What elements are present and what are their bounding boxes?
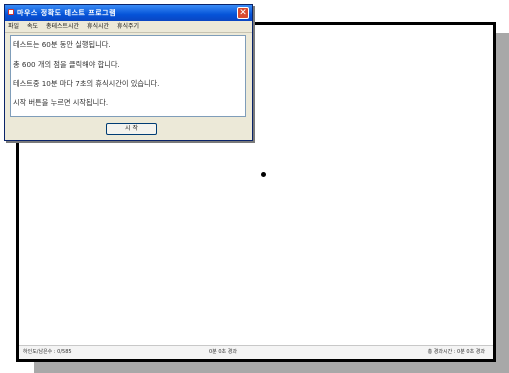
menu-rest-time[interactable]: 휴식시간 [84, 21, 112, 32]
window-title: 마우스 정확도 테스트 프로그램 [17, 9, 117, 17]
status-elapsed: 0분 0초 경과 [209, 349, 237, 355]
instructions-panel: 테스트는 60분 동안 실행됩니다. 총 600 개의 점을 클릭해야 합니다.… [10, 35, 246, 117]
menu-total-test-time[interactable]: 총테스트시간 [43, 21, 82, 32]
status-click-count: 하인도/남은수 : 0/585 [23, 349, 72, 355]
menu-bar: 파일 속도 총테스트시간 휴식시간 휴식주기 [5, 21, 252, 33]
instruction-line: 시작 버튼을 누르면 시작됩니다. [13, 98, 109, 107]
app-icon [8, 9, 14, 15]
menu-rest-interval[interactable]: 휴식주기 [114, 21, 142, 32]
title-bar[interactable]: 마우스 정확도 테스트 프로그램 ✕ [5, 5, 252, 21]
status-bar: 하인도/남은수 : 0/585 0분 0초 경과 총 경과시간 : 0분 0초 … [19, 345, 493, 359]
menu-speed[interactable]: 속도 [24, 21, 41, 32]
instruction-line: 테스트는 60분 동안 실행됩니다. [13, 40, 111, 49]
start-button[interactable]: 시 작 [106, 123, 157, 135]
menu-file[interactable]: 파일 [5, 21, 22, 32]
status-total-elapsed: 총 경과시간 : 0분 0초 경과 [427, 349, 485, 355]
target-dot[interactable] [261, 172, 266, 177]
instruction-line: 총 600 개의 점을 클릭해야 합니다. [13, 60, 120, 69]
instruction-line: 테스트중 10분 마다 7초의 휴식시간이 있습니다. [13, 79, 160, 88]
close-button[interactable]: ✕ [237, 7, 249, 19]
info-dialog: 마우스 정확도 테스트 프로그램 ✕ 파일 속도 총테스트시간 휴식시간 휴식주… [4, 4, 253, 141]
